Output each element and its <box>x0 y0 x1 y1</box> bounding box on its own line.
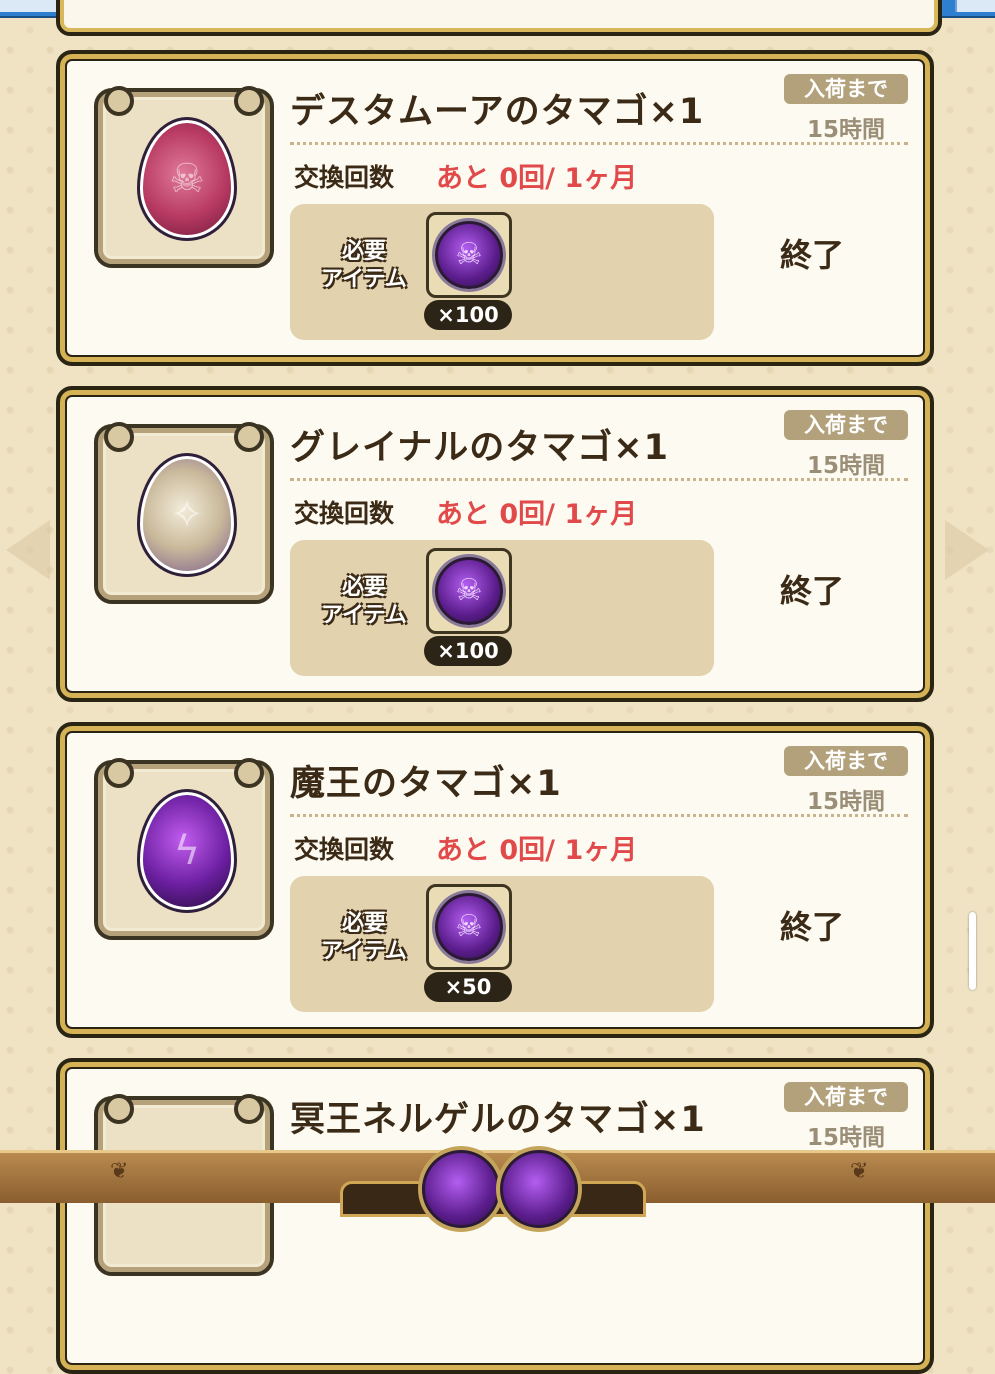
arrival-time: 15時間 <box>806 1125 885 1151</box>
frame-ear-left <box>104 1094 134 1124</box>
ornament-icon: ❦ <box>850 1159 869 1184</box>
divider <box>290 478 908 481</box>
item-icon-frame: ϟ <box>94 758 274 940</box>
arrival-badge: 入荷まで <box>784 410 908 440</box>
required-label-line1: 必要 <box>341 911 386 936</box>
required-item-box: 必要 アイテム ☠ ×100 <box>290 204 714 340</box>
required-item-slot[interactable]: ☠ <box>426 212 512 298</box>
lightning-icon: ϟ <box>173 828 201 874</box>
status-ended: 終了 <box>780 572 845 610</box>
shop-item-card[interactable]: ϟ 魔王のタマゴ×1 入荷まで 15時間 交換回数 あと 0回/ 1ヶ月 必要 … <box>56 722 934 1038</box>
frame-ear-right <box>234 86 264 116</box>
required-item-box: 必要 アイテム ☠ ×100 <box>290 540 714 676</box>
required-item-slot[interactable]: ☠ <box>426 548 512 634</box>
required-quantity: ×100 <box>424 300 512 330</box>
remaining-count: あと 0回/ 1ヶ月 <box>436 163 638 194</box>
required-label-line2: アイテム <box>321 267 407 292</box>
ornament-icon: ❦ <box>110 1159 129 1184</box>
required-label-line1: 必要 <box>341 239 386 264</box>
item-title: 魔王のタマゴ×1 <box>290 764 562 804</box>
maou-egg-icon: ϟ <box>137 789 237 913</box>
required-label-line2: アイテム <box>321 603 407 628</box>
previous-card-edge <box>56 0 942 36</box>
remaining-count: あと 0回/ 1ヶ月 <box>436 835 638 866</box>
required-quantity: ×50 <box>424 972 512 1002</box>
required-item-label: 必要 アイテム <box>308 910 420 966</box>
monster-face-icon: ☠ <box>169 156 205 202</box>
exchange-count-label: 交換回数 <box>294 163 395 192</box>
required-label-line2: アイテム <box>321 939 407 964</box>
item-title: 冥王ネルゲルのタマゴ×1 <box>290 1100 706 1140</box>
previous-page-arrow-icon[interactable] <box>6 520 50 580</box>
dragon-icon: ✧ <box>170 492 204 538</box>
required-item-box: 必要 アイテム ☠ ×50 <box>290 876 714 1012</box>
arrival-badge: 入荷まで <box>784 74 908 104</box>
arrival-time: 15時間 <box>806 117 885 143</box>
skull-medal-icon: ☠ <box>435 557 503 625</box>
arrival-time: 15時間 <box>806 789 885 815</box>
status-ended: 終了 <box>780 236 845 274</box>
required-item-slot[interactable]: ☠ <box>426 884 512 970</box>
divider <box>290 814 908 817</box>
frame-ear-left <box>104 422 134 452</box>
shop-item-card[interactable]: ☠ デスタムーアのタマゴ×1 入荷まで 15時間 交換回数 あと 0回/ 1ヶ月… <box>56 50 934 366</box>
item-title: グレイナルのタマゴ×1 <box>290 428 669 468</box>
medal-icon <box>500 1150 578 1228</box>
item-icon-frame: ☠ <box>94 86 274 268</box>
frame-ear-right <box>234 1094 264 1124</box>
required-item-label: 必要 アイテム <box>308 574 420 630</box>
desutamua-egg-icon: ☠ <box>137 117 237 241</box>
arrival-time: 15時間 <box>806 453 885 479</box>
next-page-arrow-icon[interactable] <box>945 520 989 580</box>
item-icon-frame: ✧ <box>94 422 274 604</box>
status-ended: 終了 <box>780 908 845 946</box>
exchange-count-label: 交換回数 <box>294 835 395 864</box>
remaining-count: あと 0回/ 1ヶ月 <box>436 499 638 530</box>
arrival-badge: 入荷まで <box>784 746 908 776</box>
skull-medal-icon: ☠ <box>435 893 503 961</box>
required-label-line1: 必要 <box>341 575 386 600</box>
required-item-label: 必要 アイテム <box>308 238 420 294</box>
arrival-badge: 入荷まで <box>784 1082 908 1112</box>
greinal-egg-icon: ✧ <box>137 453 237 577</box>
frame-ear-left <box>104 758 134 788</box>
skull-medal-icon: ☠ <box>435 221 503 289</box>
scrollbar-thumb[interactable] <box>969 912 976 990</box>
frame-ear-right <box>234 758 264 788</box>
exchange-count-label: 交換回数 <box>294 499 395 528</box>
shop-item-card[interactable]: ✧ グレイナルのタマゴ×1 入荷まで 15時間 交換回数 あと 0回/ 1ヶ月 … <box>56 386 934 702</box>
divider <box>290 142 908 145</box>
skull-medal-icon <box>422 1150 500 1228</box>
frame-ear-left <box>104 86 134 116</box>
frame-ear-right <box>234 422 264 452</box>
top-strip-right <box>955 0 995 12</box>
required-quantity: ×100 <box>424 636 512 666</box>
item-title: デスタムーアのタマゴ×1 <box>290 92 705 132</box>
